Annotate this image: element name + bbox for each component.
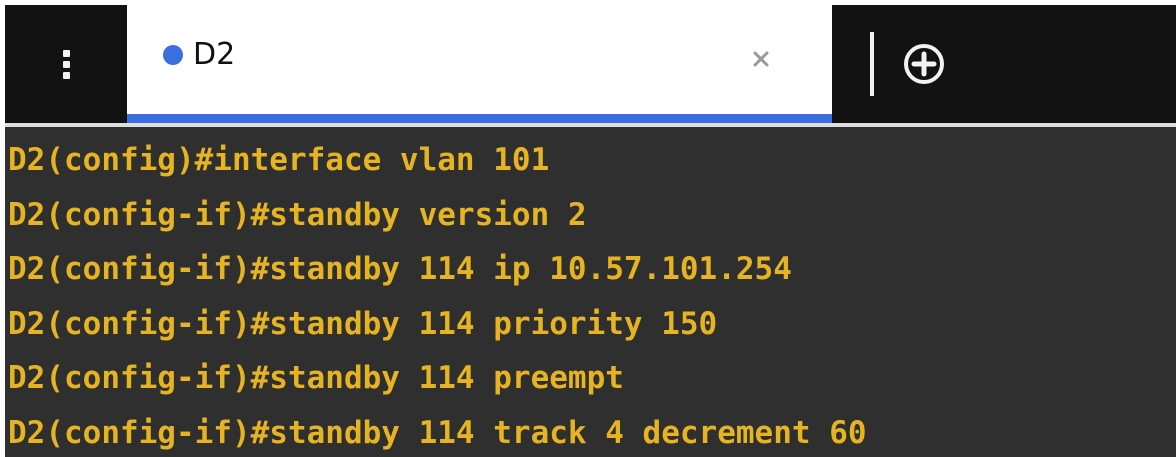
active-tab-indicator — [127, 114, 832, 123]
tab-label: D2 — [193, 37, 236, 72]
terminal-line: D2(config-if)#standby 114 priority 150 — [8, 305, 718, 342]
terminal-output[interactable]: D2(config)#interface vlan 101 D2(config-… — [5, 123, 1176, 457]
vertical-dots-icon — [62, 49, 70, 79]
new-tab-button[interactable] — [902, 42, 946, 86]
plus-circle-icon — [904, 44, 944, 84]
terminal-line: D2(config-if)#standby 114 ip 10.57.101.2… — [8, 251, 792, 287]
tab-bar: D2 — [5, 5, 1176, 123]
menu-button[interactable] — [5, 5, 127, 123]
tab-d2[interactable]: D2 — [127, 5, 832, 123]
terminal-line: D2(config-if)#standby 114 track 4 decrem… — [8, 414, 867, 451]
terminal-line: D2(config-if)#standby 114 preempt — [8, 360, 624, 396]
terminal-line: D2(config)#interface vlan 101 — [8, 142, 550, 178]
tab-separator — [870, 32, 874, 96]
close-icon[interactable] — [749, 47, 773, 71]
terminal-line: D2(config-if)#standby version 2 — [8, 196, 587, 233]
status-dot-icon — [163, 45, 183, 65]
